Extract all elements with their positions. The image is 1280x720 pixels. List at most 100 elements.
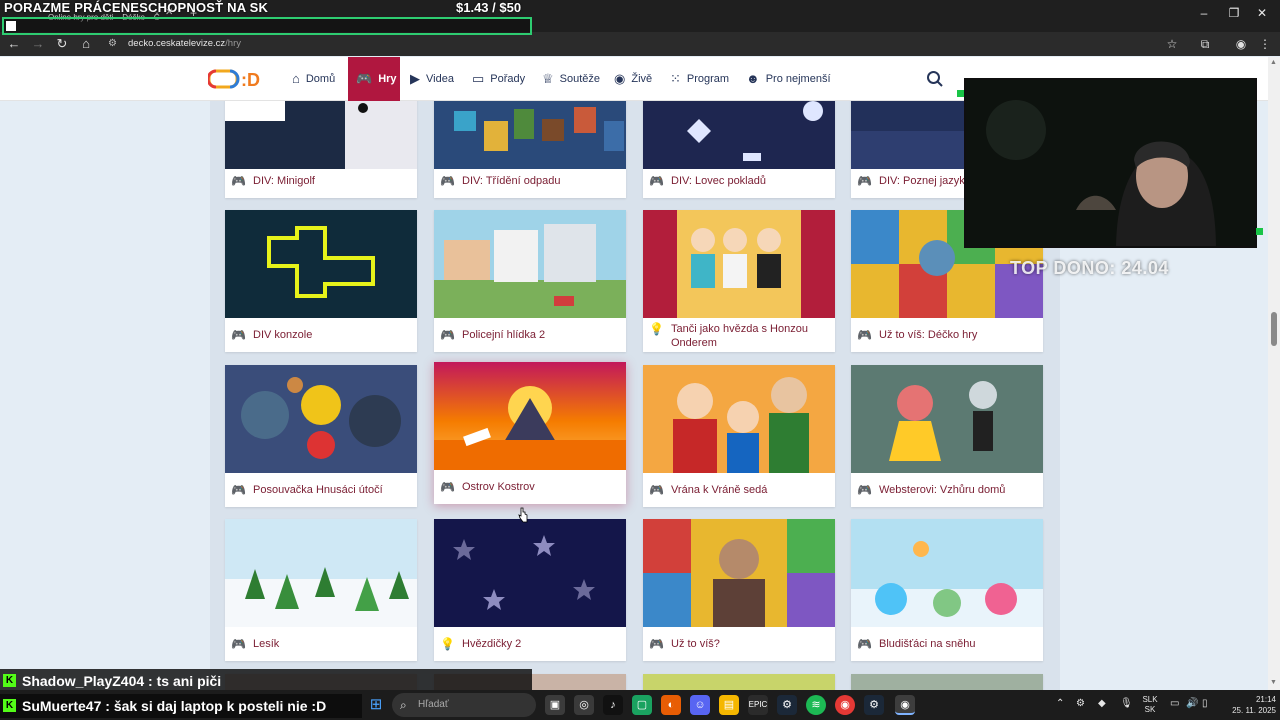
game-card[interactable]: 🎮 Policejní hlídka 2 <box>434 210 626 352</box>
nav-item-souteze[interactable]: ♕ Soutěže <box>536 57 606 101</box>
tray-overflow-icon[interactable]: ⌃ <box>1056 699 1064 709</box>
language-indicator[interactable]: SLK SK <box>1140 695 1160 715</box>
game-caption: 🎮 DIV konzole <box>225 328 417 342</box>
scroll-thumb[interactable] <box>1271 312 1277 346</box>
game-caption: 🎮 Už to víš? <box>643 637 835 651</box>
steam-icon[interactable]: ⚙ <box>777 695 797 715</box>
game-card[interactable]: 🎮 Posouvačka Hnusáci útočí <box>225 365 417 507</box>
camera-icon: ◉ <box>614 71 626 87</box>
kick-icon: K <box>3 699 16 712</box>
games-grid: 🎮 DIV: Minigolf 🎮 DIV: Třídění odpadu 🎮 DIV… <box>210 101 1060 690</box>
minimize-icon[interactable]: – <box>1194 6 1214 20</box>
game-thumbnail <box>851 519 1043 627</box>
epic-games-icon[interactable]: EPIC <box>748 695 768 715</box>
tiktok-icon[interactable]: ♪ <box>603 695 623 715</box>
site-info-icon[interactable]: ⚙ <box>108 35 117 53</box>
game-card[interactable]: 🎮 Websterovi: Vzhůru domů <box>851 365 1043 507</box>
nav-label: Soutěže <box>559 73 601 85</box>
game-caption: 🎮 Už to víš: Déčko hry <box>851 328 1043 342</box>
gamepad-icon: 🎮 <box>231 174 246 188</box>
gamepad-icon: 🎮 <box>649 483 664 497</box>
gamepad-icon: 🎮 <box>857 483 872 497</box>
discord-icon[interactable]: ☺ <box>690 695 710 715</box>
stream-goal-title: PORAZME PRÁCENESCHOPNOSŤ NA SK <box>4 0 269 15</box>
address-bar[interactable]: ⚙ decko.ceskatelevize.cz/hry <box>108 35 1188 53</box>
page-scrollbar[interactable]: ▲ ▼ <box>1268 57 1280 690</box>
chat-user: Shadow_PlayZ404 <box>22 673 145 689</box>
game-card[interactable]: 🎮 Bludišťáci na sněhu <box>851 519 1043 661</box>
nav-item-program[interactable]: ⁙ Program <box>664 57 735 101</box>
nav-item-hry[interactable]: 🎮 Hry <box>348 57 400 101</box>
game-title: DIV: Poznej jazyk <box>879 175 965 187</box>
nav-item-domu[interactable]: ⌂ Domů <box>286 57 341 101</box>
game-card[interactable]: 🎮 Lesík <box>225 519 417 661</box>
gamepad-icon: 🎮 <box>440 480 455 494</box>
game-caption: 🎮 Vrána k Vráně sedá <box>643 483 835 497</box>
app-icon[interactable]: ▢ <box>632 695 652 715</box>
reload-icon[interactable]: ↻ <box>54 36 70 52</box>
spotify-icon[interactable]: ≋ <box>806 695 826 715</box>
volume-icon[interactable]: 🔊 <box>1186 699 1198 709</box>
clock-time: 21:14 <box>1255 695 1276 704</box>
game-caption: 🎮 Posouvačka Hnusáci útočí <box>225 483 417 497</box>
restore-icon[interactable]: ❐ <box>1224 6 1244 20</box>
nav-item-pro-nejmensi[interactable]: ☻ Pro nejmenší <box>740 57 837 101</box>
game-caption: 🎮 DIV: Minigolf <box>225 174 417 188</box>
decko-logo[interactable]: :D <box>208 69 270 89</box>
taskbar-search[interactable]: ⌕ Hľadať <box>392 693 536 717</box>
obs-icon[interactable]: ◎ <box>574 695 594 715</box>
chrome-active-icon[interactable]: ◉ <box>895 695 915 715</box>
smiley-icon: ☻ <box>746 71 760 87</box>
scroll-down-icon[interactable]: ▼ <box>1270 679 1277 686</box>
back-icon[interactable]: ← <box>6 36 22 52</box>
gamepad-icon: 🎮 <box>857 637 872 651</box>
file-explorer-icon[interactable]: ▤ <box>719 695 739 715</box>
forward-icon[interactable]: → <box>30 36 46 52</box>
game-caption: 🎮 Bludišťáci na sněhu <box>851 637 1043 651</box>
game-thumbnail <box>225 101 417 169</box>
extensions-icon[interactable]: ⧉ <box>1196 36 1214 52</box>
taskbar-clock[interactable]: 21:14 25. 11. 2025 <box>1218 694 1276 716</box>
game-card[interactable]: 🎮 Vrána k Vráně sedá <box>643 365 835 507</box>
nav-item-porady[interactable]: ▭ Pořady <box>466 57 531 101</box>
steam-tray-icon[interactable]: ⚙ <box>1076 699 1085 709</box>
game-card[interactable]: 🎮 DIV: Minigolf <box>225 101 417 198</box>
windows-start-icon[interactable]: ⊞ <box>366 695 386 715</box>
microphone-icon[interactable]: 🎙 <box>1120 699 1133 709</box>
game-caption: 🎮 DIV: Lovec pokladů <box>643 174 835 188</box>
chat-text: šak si daj laptop k posteli nie :D <box>113 698 327 714</box>
lang-bottom: SK <box>1144 705 1156 714</box>
home-icon[interactable]: ⌂ <box>78 36 94 52</box>
profile-icon[interactable]: ◉ <box>1232 36 1250 52</box>
menu-icon[interactable]: ⋮ <box>1256 36 1274 52</box>
game-card[interactable] <box>643 674 835 690</box>
game-card[interactable]: 🎮 Ostrov Kostrov <box>434 362 626 504</box>
game-card[interactable]: 🎮 DIV: Třídění odpadu <box>434 101 626 198</box>
tray-icon[interactable]: ◆ <box>1098 699 1106 709</box>
nav-label: Domů <box>305 73 336 85</box>
game-caption: 🎮 Websterovi: Vzhůru domů <box>851 483 1043 497</box>
nav-item-videa[interactable]: ▶ Videa <box>404 57 460 101</box>
app-icon[interactable]: ◐ <box>661 695 681 715</box>
star-icon[interactable]: ☆ <box>1163 36 1181 52</box>
game-card[interactable]: 💡 Tanči jako hvězda s Honzou Onderem <box>643 210 835 352</box>
search-icon[interactable] <box>926 70 944 88</box>
game-card[interactable]: 💡 Hvězdičky 2 <box>434 519 626 661</box>
battery-icon[interactable]: ▯ <box>1202 699 1208 709</box>
game-thumbnail <box>434 101 626 169</box>
nav-item-zive[interactable]: ◉ Živě <box>608 57 658 101</box>
game-thumbnail <box>434 210 626 318</box>
game-title: Policejní hlídka 2 <box>462 329 546 341</box>
game-card[interactable]: 🎮 DIV: Lovec pokladů <box>643 101 835 198</box>
close-window-icon[interactable]: ✕ <box>1252 6 1272 20</box>
game-title: Hvězdičky 2 <box>462 638 522 650</box>
game-card[interactable]: 🎮 DIV konzole <box>225 210 417 352</box>
network-icon[interactable]: ▭ <box>1170 699 1179 709</box>
scroll-up-icon[interactable]: ▲ <box>1270 59 1277 66</box>
game-card[interactable]: 🎮 Už to víš? <box>643 519 835 661</box>
steam-icon[interactable]: ⚙ <box>864 695 884 715</box>
game-card[interactable] <box>851 674 1043 690</box>
trophy-icon: ♕ <box>542 71 554 87</box>
chrome-icon[interactable]: ◉ <box>835 695 855 715</box>
task-view-icon[interactable]: ▣ <box>545 695 565 715</box>
